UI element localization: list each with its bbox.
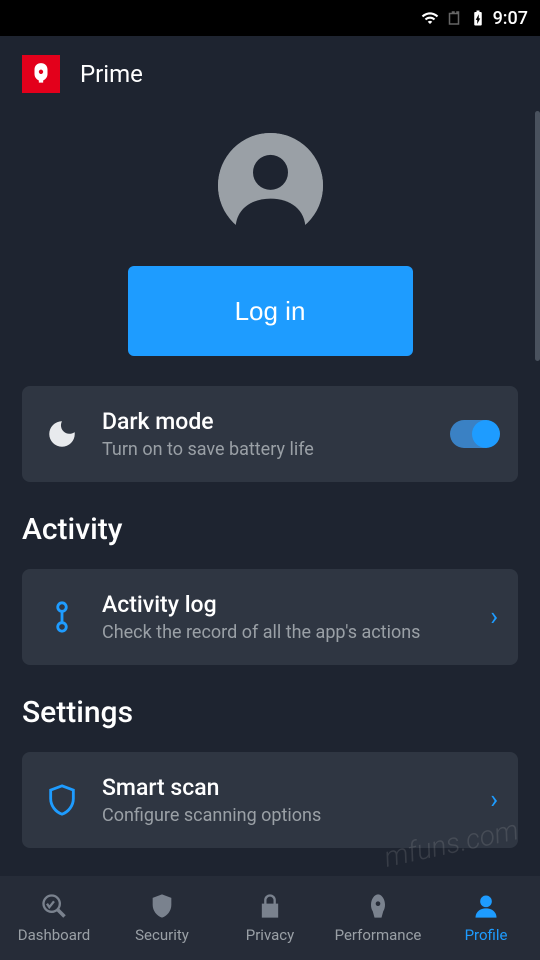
nav-label: Dashboard xyxy=(18,926,91,944)
activity-log-subtitle: Check the record of all the app's action… xyxy=(102,622,470,643)
app-logo xyxy=(22,55,60,93)
chevron-right-icon: › xyxy=(490,785,498,815)
profile-block: Log in xyxy=(22,111,518,386)
nav-profile[interactable]: Profile xyxy=(432,876,540,960)
app-header: Prime xyxy=(0,36,540,111)
lock-icon xyxy=(256,892,284,920)
shield-icon xyxy=(42,780,82,820)
security-icon xyxy=(148,892,176,920)
status-bar: 9:07 xyxy=(0,0,540,36)
activity-log-icon xyxy=(42,597,82,637)
dark-mode-card: Dark mode Turn on to save battery life xyxy=(22,386,518,482)
login-button[interactable]: Log in xyxy=(128,266,413,356)
wifi-icon xyxy=(421,9,439,27)
nav-security[interactable]: Security xyxy=(108,876,216,960)
nav-performance[interactable]: Performance xyxy=(324,876,432,960)
dark-mode-toggle[interactable] xyxy=(450,420,498,448)
content-scroll[interactable]: Log in Dark mode Turn on to save battery… xyxy=(0,111,540,876)
nav-label: Performance xyxy=(335,926,422,944)
dark-mode-subtitle: Turn on to save battery life xyxy=(102,439,430,460)
battery-charging-icon xyxy=(469,9,487,27)
chevron-right-icon: › xyxy=(490,602,498,632)
nav-label: Security xyxy=(135,926,189,944)
rocket-icon xyxy=(364,892,392,920)
dark-mode-title: Dark mode xyxy=(102,408,430,435)
sim-icon xyxy=(445,9,463,27)
activity-log-title: Activity log xyxy=(102,591,470,618)
app-title: Prime xyxy=(80,60,143,88)
section-heading-settings: Settings xyxy=(22,695,518,730)
activity-log-card[interactable]: Activity log Check the record of all the… xyxy=(22,569,518,665)
smart-scan-card[interactable]: Smart scan Configure scanning options › xyxy=(22,752,518,848)
section-heading-activity: Activity xyxy=(22,512,518,547)
avatar xyxy=(218,133,323,238)
dashboard-icon xyxy=(40,892,68,920)
profile-icon xyxy=(472,892,500,920)
status-time: 9:07 xyxy=(493,8,528,29)
moon-icon xyxy=(42,414,82,454)
nav-label: Profile xyxy=(465,926,508,944)
scroll-indicator xyxy=(535,111,540,361)
nav-privacy[interactable]: Privacy xyxy=(216,876,324,960)
nav-label: Privacy xyxy=(246,926,294,944)
smart-scan-subtitle: Configure scanning options xyxy=(102,805,470,826)
bottom-nav: Dashboard Security Privacy Performance P… xyxy=(0,876,540,960)
smart-scan-title: Smart scan xyxy=(102,774,470,801)
nav-dashboard[interactable]: Dashboard xyxy=(0,876,108,960)
